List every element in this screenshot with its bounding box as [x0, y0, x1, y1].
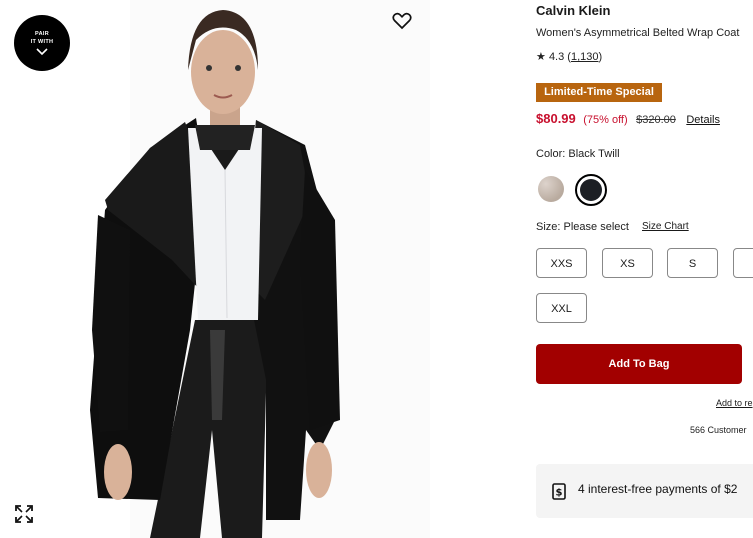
svg-text:$: $ [556, 488, 563, 499]
price-row: $80.99 (75% off) $320.00 Details [536, 110, 720, 128]
rating-value: 4.3 [548, 51, 565, 63]
product-info-panel: Calvin Klein Women's Asymmetrical Belted… [536, 0, 753, 538]
add-to-registry-link[interactable]: Add to re [716, 398, 753, 408]
size-option-xxl[interactable]: XXL [536, 293, 587, 323]
pair-it-with-line1: PAIR [35, 31, 49, 37]
color-label: Color: Black Twill [536, 148, 620, 160]
model-photo [0, 0, 527, 538]
size-option-s[interactable]: S [667, 248, 718, 278]
pair-it-with-button[interactable]: PAIR IT WITH [14, 15, 70, 71]
pair-it-with-line2: IT WITH [30, 39, 54, 45]
dollar-receipt-icon: $ [552, 483, 566, 500]
size-label: Size: Please select [536, 221, 629, 233]
add-to-bag-button[interactable]: Add To Bag [536, 344, 742, 384]
star-icon: ★ [536, 51, 546, 63]
sale-price: $80.99 [536, 111, 576, 126]
size-option-xxs[interactable]: XXS [536, 248, 587, 278]
size-chart-link[interactable]: Size Chart [642, 221, 689, 232]
installment-payment-banner[interactable]: $ 4 interest-free payments of $2 [536, 464, 753, 518]
review-count-link[interactable]: 1,130 [571, 51, 599, 63]
brand-name[interactable]: Calvin Klein [536, 3, 610, 18]
discount-percent: (75% off) [583, 114, 628, 126]
size-option-m[interactable] [733, 248, 753, 278]
expand-icon[interactable] [15, 505, 33, 523]
color-swatch-oatmeal[interactable] [538, 176, 564, 202]
details-link[interactable]: Details [686, 114, 720, 126]
original-price: $320.00 [636, 114, 676, 126]
rating-row[interactable]: ★ 4.3 (1,130) [536, 50, 602, 63]
product-title: Women's Asymmetrical Belted Wrap Coat [536, 27, 740, 39]
customer-note: 566 Customer [690, 425, 747, 435]
color-swatch-black-twill[interactable] [580, 179, 602, 201]
installment-text: 4 interest-free payments of $2 [578, 482, 738, 496]
heart-icon[interactable] [392, 12, 412, 30]
size-option-xs[interactable]: XS [602, 248, 653, 278]
chevron-down-icon [36, 48, 48, 56]
product-image[interactable]: PAIR IT WITH [0, 0, 527, 538]
limited-time-badge: Limited-Time Special [536, 83, 662, 102]
